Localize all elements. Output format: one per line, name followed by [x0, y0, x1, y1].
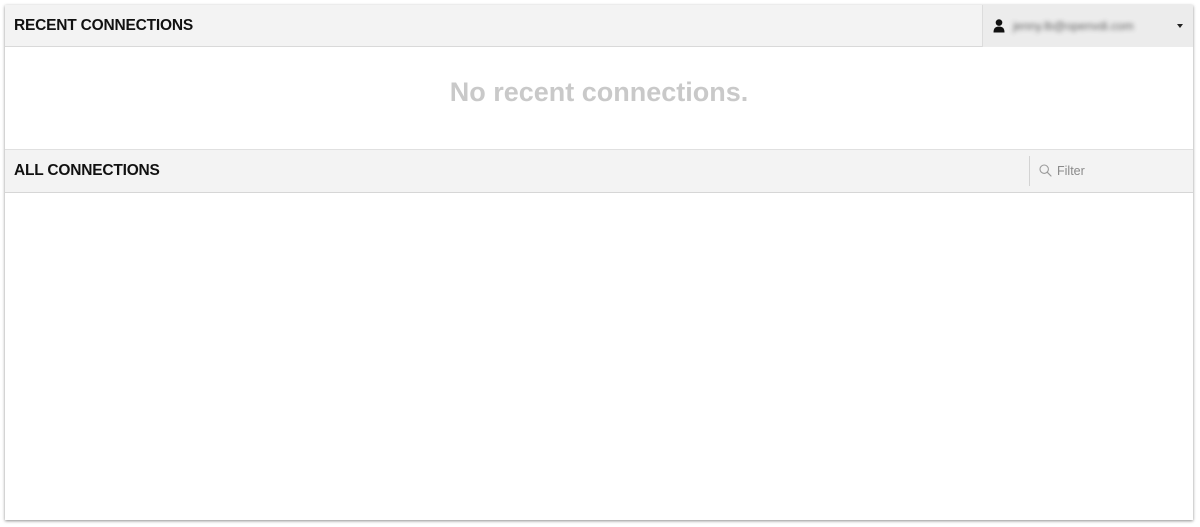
- recent-connections-title: RECENT CONNECTIONS: [14, 17, 193, 34]
- recent-connections-list: No recent connections.: [5, 47, 1193, 149]
- recent-connections-header: RECENT CONNECTIONS jenny.lb@openvdi.com: [5, 5, 1193, 47]
- all-connections-list: [5, 193, 1193, 519]
- user-name: jenny.lb@openvdi.com: [1013, 19, 1134, 33]
- connections-panel: RECENT CONNECTIONS jenny.lb@openvdi.com …: [5, 5, 1193, 520]
- filter-input[interactable]: [1057, 160, 1182, 182]
- all-connections-header: ALL CONNECTIONS: [5, 149, 1193, 193]
- user-icon: [993, 19, 1005, 33]
- caret-down-icon: [1177, 24, 1183, 28]
- user-menu-button[interactable]: jenny.lb@openvdi.com: [982, 5, 1193, 47]
- filter-box: [1029, 156, 1193, 186]
- no-recent-connections-message: No recent connections.: [449, 77, 749, 107]
- all-connections-title: ALL CONNECTIONS: [14, 162, 160, 179]
- search-icon: [1039, 164, 1052, 177]
